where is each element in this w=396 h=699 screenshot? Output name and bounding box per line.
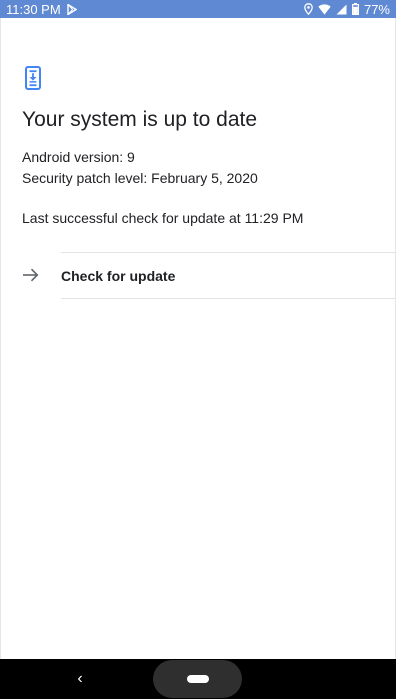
divider-bottom [61,298,395,299]
battery-percent: 77% [363,1,390,17]
system-update-screen: Your system is up to date Android versio… [0,18,396,659]
wifi-icon [318,3,331,15]
check-for-update-button[interactable]: Check for update [1,253,395,299]
battery-icon [351,3,359,15]
status-right: 77% [304,2,390,17]
last-check-text: Last successful check for update at 11:2… [22,210,304,226]
navigation-bar: ‹ [0,659,396,699]
home-pill-icon [187,675,209,683]
security-patch-text: Security patch level: February 5, 2020 [22,170,258,186]
signal-icon [336,4,347,15]
status-left: 11:30 PM [6,2,77,17]
page-title: Your system is up to date [22,108,258,131]
check-for-update-label: Check for update [61,268,176,284]
home-button[interactable] [153,660,242,698]
status-bar: 11:30 PM 77% [0,0,396,18]
location-icon [304,3,313,15]
play-store-icon [66,3,77,15]
back-button[interactable]: ‹ [70,669,90,689]
arrow-right-icon [22,267,40,288]
status-time: 11:30 PM [6,1,61,17]
system-update-icon [25,66,41,95]
android-version-text: Android version: 9 [22,149,135,165]
